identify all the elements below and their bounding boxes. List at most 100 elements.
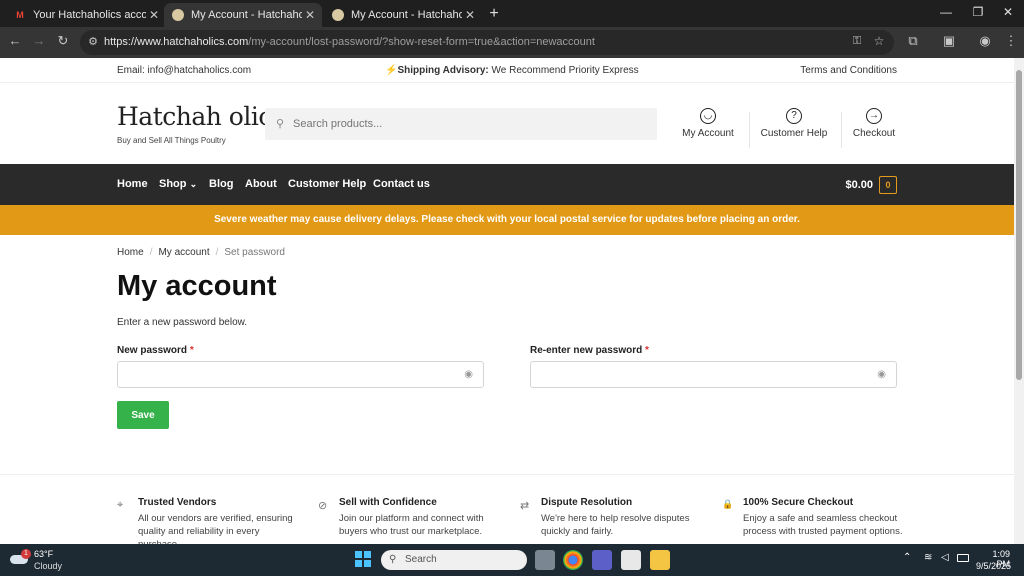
teams-icon[interactable] <box>592 550 612 570</box>
reenter-password-field[interactable]: ◉ <box>530 361 897 388</box>
show-password-eye-icon[interactable]: ◉ <box>464 369 473 380</box>
new-password-input[interactable] <box>124 367 444 383</box>
customer-help-link[interactable]: ? Customer Help <box>754 108 834 139</box>
feature-title: Dispute Resolution <box>541 497 633 508</box>
advisory-label: Shipping Advisory: <box>397 65 489 76</box>
nav-about[interactable]: About <box>245 178 277 190</box>
site-tagline: Buy and Sell All Things Poultry <box>117 136 226 145</box>
scrollbar-thumb[interactable] <box>1016 70 1022 380</box>
search-icon: ⚲ <box>389 554 397 565</box>
nav-home[interactable]: Home <box>117 178 148 190</box>
close-window-icon[interactable]: ✕ <box>998 5 1018 19</box>
contact-email[interactable]: Email: info@hatchaholics.com <box>117 65 251 76</box>
weather-widget-icon[interactable]: 1 <box>10 549 32 571</box>
wifi-icon[interactable]: ≋ <box>924 552 932 563</box>
tray-chevron-up-icon[interactable]: ⌃ <box>903 552 911 563</box>
nav-customer-help[interactable]: Customer Help <box>288 178 366 190</box>
section-divider <box>0 474 1014 475</box>
new-password-field[interactable]: ◉ <box>117 361 484 388</box>
nav-shop[interactable]: Shop ⌄ <box>159 178 197 190</box>
taskbar-search[interactable]: ⚲ Search <box>381 550 527 570</box>
close-tab-icon[interactable]: ✕ <box>302 8 318 22</box>
my-account-label: My Account <box>682 128 734 139</box>
site-info-icon[interactable]: ⚙ <box>84 35 102 48</box>
required-mark: * <box>189 345 194 356</box>
web-page: Email: info@hatchaholics.com ⚡Shipping A… <box>0 58 1014 544</box>
feature-title: 100% Secure Checkout <box>743 497 854 508</box>
tab-search-icon[interactable]: ▣ <box>940 33 958 49</box>
tab-gmail[interactable]: M Your Hatchaholics account has ✕ <box>6 3 166 27</box>
arrow-right-icon: → <box>866 108 882 124</box>
breadcrumb-account[interactable]: My account <box>158 247 209 258</box>
weather-badge: 1 <box>21 549 31 559</box>
extensions-icon[interactable]: ⧉ <box>904 33 922 49</box>
location-pin-icon: ⌖ <box>117 499 124 511</box>
feature-desc: We're here to help resolve disputes quic… <box>541 513 690 537</box>
tab-my-account-active[interactable]: My Account - Hatchaholics ✕ <box>164 3 322 27</box>
required-mark: * <box>645 345 649 356</box>
site-header: Hatchah olics Buy and Sell All Things Po… <box>0 84 1014 164</box>
header-divider <box>749 112 750 148</box>
save-button[interactable]: Save <box>117 401 169 429</box>
reload-icon[interactable]: ↻ <box>54 33 72 49</box>
nav-blog[interactable]: Blog <box>209 178 233 190</box>
tab-title: Your Hatchaholics account has <box>33 9 146 21</box>
reenter-password-input[interactable] <box>537 367 857 383</box>
key-icon[interactable]: ⚿ <box>848 35 866 48</box>
restore-icon[interactable]: ❐ <box>968 5 988 19</box>
show-password-eye-icon[interactable]: ◉ <box>877 369 886 380</box>
close-tab-icon[interactable]: ✕ <box>462 8 478 22</box>
store-icon[interactable] <box>621 550 641 570</box>
back-icon[interactable]: ← <box>6 33 24 48</box>
intro-text: Enter a new password below. <box>117 317 248 328</box>
nav-contact[interactable]: Contact us <box>373 178 430 190</box>
globe-icon: ⊘ <box>318 500 328 512</box>
product-search[interactable]: ⚲ <box>265 108 657 140</box>
battery-icon[interactable] <box>957 554 969 562</box>
chevron-down-icon: ⌄ <box>189 179 198 189</box>
reenter-password-label-text: Re-enter new password <box>530 345 643 356</box>
profile-avatar-icon[interactable]: ◉ <box>976 33 994 49</box>
breadcrumb-separator: / <box>215 247 219 258</box>
help-icon: ? <box>786 108 802 124</box>
terms-link[interactable]: Terms and Conditions <box>800 65 897 76</box>
minimize-icon[interactable]: — <box>936 5 956 19</box>
checkout-link[interactable]: → Checkout <box>834 108 914 139</box>
page-scrollbar[interactable] <box>1014 58 1024 544</box>
url-host: https://www.hatchaholics.com <box>104 36 249 48</box>
windows-start-icon[interactable] <box>355 551 371 567</box>
lightning-icon: ⚡ <box>385 65 398 76</box>
breadcrumb-home[interactable]: Home <box>117 247 144 258</box>
menu-icon[interactable]: ⋮ <box>1002 33 1020 49</box>
site-favicon-icon <box>332 9 344 21</box>
address-bar[interactable]: ⚙ https://www.hatchaholics.com/my-accoun… <box>80 30 894 55</box>
forward-icon[interactable]: → <box>30 33 48 48</box>
tab-title: My Account - Hatchaholics <box>191 9 302 21</box>
cart-count-badge: 0 <box>879 176 897 194</box>
lock-icon: 🔒 <box>722 499 734 509</box>
reenter-password-label: Re-enter new password * <box>530 345 649 356</box>
page-title: My account <box>117 270 277 302</box>
site-logo[interactable]: Hatchah olics <box>117 102 285 131</box>
feature-desc: Join our platform and connect with buyer… <box>339 513 484 537</box>
breadcrumb: Home / My account / Set password <box>117 247 285 258</box>
close-tab-icon[interactable]: ✕ <box>146 8 162 22</box>
windows-taskbar: 1 63°F Cloudy ⚲ Search ⌃ ≋ ◁ 1:09 PM 9/5… <box>0 544 1024 576</box>
url-text: https://www.hatchaholics.com/my-account/… <box>104 36 595 48</box>
chrome-icon[interactable] <box>563 550 583 570</box>
file-explorer-icon[interactable] <box>650 550 670 570</box>
task-view-icon[interactable] <box>535 550 555 570</box>
tab-my-account[interactable]: My Account - Hatchaholics ✕ <box>324 3 482 27</box>
feature-title: Sell with Confidence <box>339 497 437 508</box>
new-tab-button[interactable]: + <box>486 5 502 23</box>
advisory-text: We Recommend Priority Express <box>488 65 639 76</box>
search-input[interactable] <box>293 115 643 133</box>
new-password-label: New password * <box>117 345 194 356</box>
clock-date[interactable]: 9/5/2025 <box>976 561 1011 571</box>
bookmark-star-icon[interactable]: ☆ <box>870 34 888 48</box>
cart-button[interactable]: $0.00 0 <box>845 176 897 194</box>
top-info-bar: Email: info@hatchaholics.com ⚡Shipping A… <box>0 58 1014 83</box>
weather-notice-banner: Severe weather may cause delivery delays… <box>0 205 1014 235</box>
volume-icon[interactable]: ◁ <box>941 552 949 563</box>
my-account-link[interactable]: ◡ My Account <box>668 108 748 139</box>
